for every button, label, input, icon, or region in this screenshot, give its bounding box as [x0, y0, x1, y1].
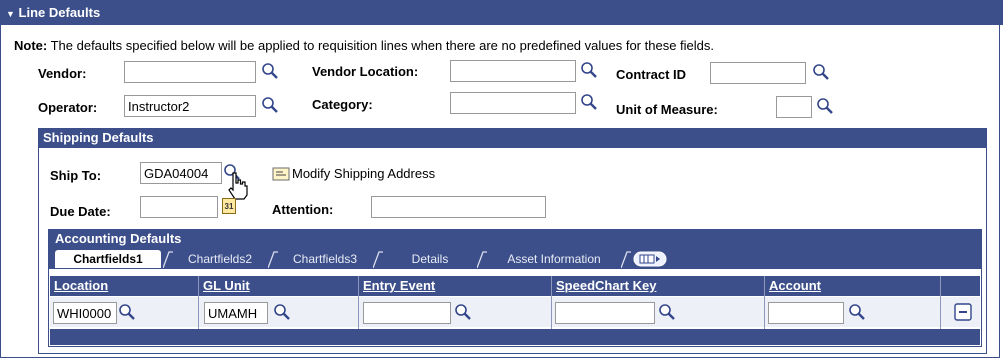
- tab-chartfields3[interactable]: Chartfields3: [280, 250, 370, 268]
- modify-address-icon[interactable]: [272, 167, 290, 181]
- column-header-entry-event[interactable]: Entry Event: [359, 276, 551, 296]
- triangle-down-icon[interactable]: ▼: [6, 9, 15, 19]
- tab-asset-information[interactable]: Asset Information: [489, 250, 619, 268]
- column-header-actions: [941, 276, 980, 296]
- accounting-defaults-title: Accounting Defaults: [55, 231, 182, 246]
- grid-footer: [50, 329, 980, 345]
- line-defaults-header[interactable]: ▼ Line Defaults: [0, 0, 1003, 25]
- entry-event-lookup-icon[interactable]: [454, 303, 472, 321]
- unit-of-measure-lookup-icon[interactable]: [816, 97, 834, 115]
- operator-label: Operator:: [38, 100, 98, 115]
- category-input[interactable]: [450, 92, 576, 114]
- tab-chartfields2[interactable]: Chartfields2: [175, 250, 265, 268]
- tab-separator: [373, 251, 383, 268]
- column-divider: [198, 276, 199, 329]
- vendor-input[interactable]: [124, 61, 256, 83]
- tab-separator: [268, 251, 278, 268]
- calendar-icon[interactable]: 31: [222, 198, 236, 214]
- column-divider: [551, 276, 552, 329]
- account-lookup-icon[interactable]: [848, 303, 866, 321]
- location-input[interactable]: [53, 302, 117, 324]
- tab-separator: [621, 251, 631, 268]
- column-divider: [358, 276, 359, 329]
- contract-id-label: Contract ID: [616, 67, 687, 82]
- delete-row-button[interactable]: [954, 303, 972, 321]
- category-lookup-icon[interactable]: [580, 93, 598, 111]
- column-header-account[interactable]: Account: [765, 276, 940, 296]
- ship-to-input[interactable]: [140, 162, 222, 184]
- attention-label: Attention:: [272, 202, 334, 217]
- column-header-location[interactable]: Location: [50, 276, 198, 296]
- vendor-label: Vendor:: [38, 66, 87, 81]
- contract-id-lookup-icon[interactable]: [812, 63, 830, 81]
- ship-to-label: Ship To:: [50, 168, 102, 183]
- contract-id-input[interactable]: [710, 62, 806, 84]
- unit-of-measure-label: Unit of Measure:: [616, 102, 718, 117]
- modify-shipping-address-link[interactable]: Modify Shipping Address: [292, 166, 435, 181]
- due-date-input[interactable]: [140, 196, 218, 218]
- note-prefix: Note:: [14, 38, 48, 53]
- show-all-tabs-icon[interactable]: [633, 251, 667, 267]
- section-title: Line Defaults: [18, 5, 101, 20]
- column-header-speedchart-key[interactable]: SpeedChart Key: [552, 276, 764, 296]
- gl-unit-input[interactable]: [204, 302, 268, 324]
- location-lookup-icon[interactable]: [118, 303, 136, 321]
- tab-chartfields1[interactable]: Chartfields1: [55, 250, 161, 268]
- due-date-label: Due Date:: [50, 204, 111, 219]
- account-input[interactable]: [768, 302, 844, 324]
- gl-unit-lookup-icon[interactable]: [273, 303, 291, 321]
- speedchart-key-lookup-icon[interactable]: [658, 303, 676, 321]
- vendor-lookup-icon[interactable]: [261, 62, 279, 80]
- unit-of-measure-input[interactable]: [776, 96, 812, 118]
- vendor-location-label: Vendor Location:: [312, 64, 419, 79]
- note-text: Note: The defaults specified below will …: [14, 38, 714, 53]
- hand-cursor-icon: [228, 172, 248, 200]
- tab-separator: [163, 251, 173, 268]
- attention-input[interactable]: [371, 196, 546, 218]
- column-divider: [940, 276, 941, 329]
- column-header-gl-unit[interactable]: GL Unit: [199, 276, 358, 296]
- operator-input[interactable]: [124, 95, 256, 117]
- shipping-defaults-header: Shipping Defaults: [38, 128, 987, 148]
- column-divider: [764, 276, 765, 329]
- tab-separator: [477, 251, 487, 268]
- entry-event-input[interactable]: [363, 302, 451, 324]
- category-label: Category:: [312, 97, 373, 112]
- note-body: The defaults specified below will be app…: [47, 38, 714, 53]
- tab-details[interactable]: Details: [385, 250, 475, 268]
- vendor-location-input[interactable]: [450, 60, 576, 82]
- speedchart-key-input[interactable]: [555, 302, 655, 324]
- operator-lookup-icon[interactable]: [261, 96, 279, 114]
- vendor-location-lookup-icon[interactable]: [580, 61, 598, 79]
